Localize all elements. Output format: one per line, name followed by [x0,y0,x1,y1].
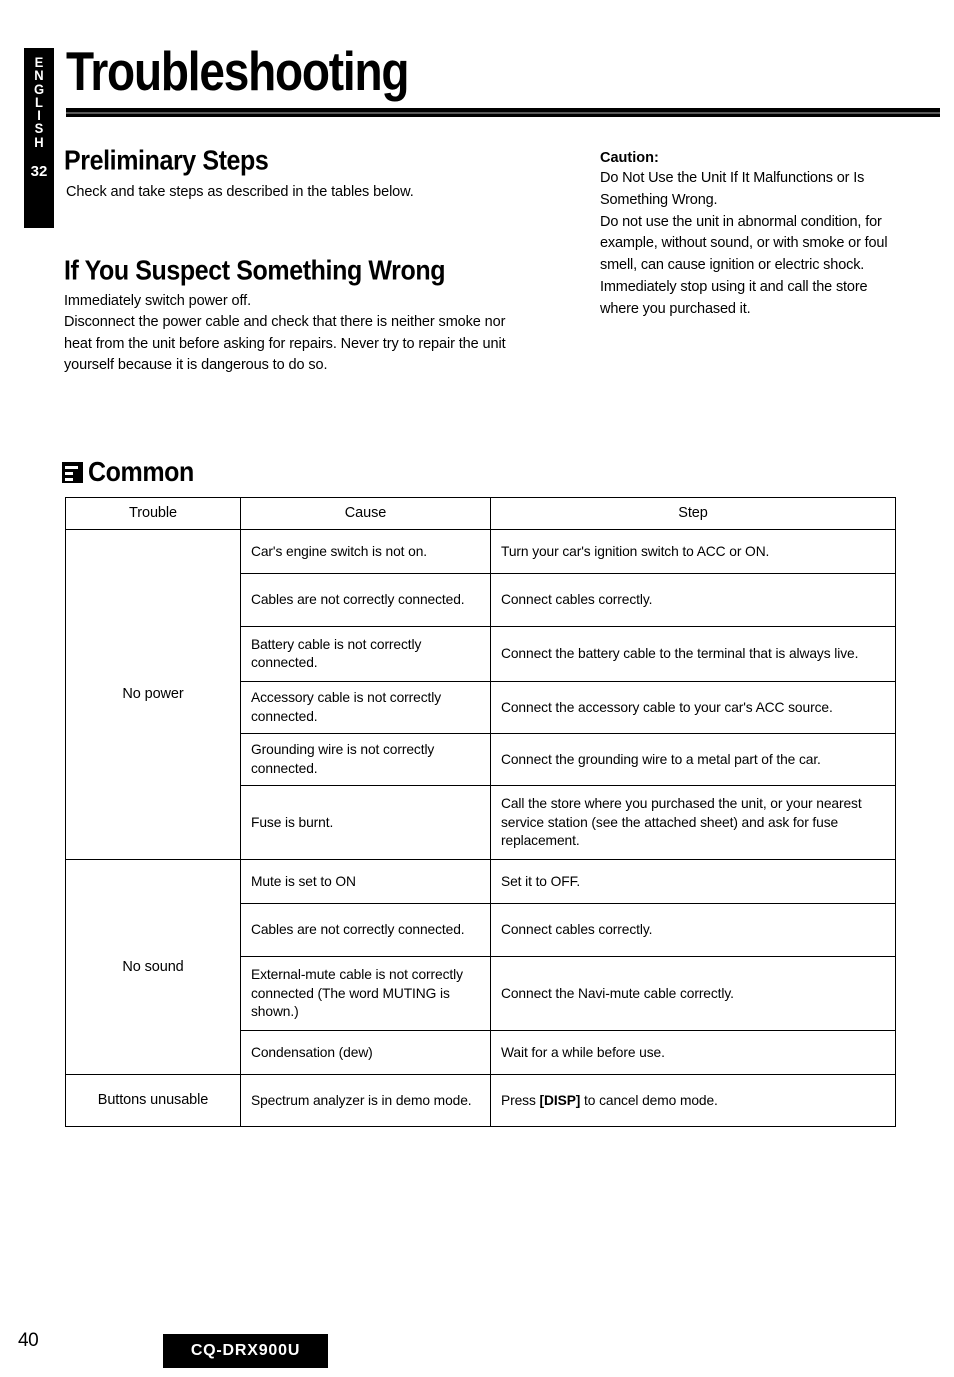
cell-trouble: No sound [65,859,241,1076]
cell-step: Press [DISP] to cancel demo mode. [490,1074,896,1128]
table-body: No power Car's engine switch is not on. Tu… [65,529,896,1128]
cell-step: Wait for a while before use. [490,1030,896,1076]
common-section-title: Common [88,456,194,488]
preliminary-steps-text: Check and take steps as described in the… [66,184,414,200]
caution-line-1: Do Not Use the Unit If It Malfunctions o… [600,170,865,208]
table-header-row: Trouble Cause Step [65,496,896,531]
table-row: No power Car's engine switch is not on. Tu… [65,529,896,861]
caution-block: Caution: Do Not Use the Unit If It Malfu… [600,150,910,320]
cell-cause: Spectrum analyzer is in demo mode. [240,1074,491,1128]
cell-step: Connect the grounding wire to a metal pa… [490,733,896,787]
cell-cause: Cables are not correctly connected. [240,573,491,628]
troubleshooting-table: Trouble Cause Step No power Car's engine … [65,496,896,1128]
preliminary-steps-heading: Preliminary Steps [64,144,269,177]
cell-cause: External-mute cable is not correctly con… [240,956,491,1032]
caution-line-2: Do not use the unit in abnormal conditio… [600,213,888,317]
suspect-heading: If You Suspect Something Wrong [64,254,446,287]
column-header-trouble: Trouble [65,496,241,531]
table-row: No sound Mute is set to ON Set it to OFF. [65,859,896,1076]
cell-cause: Cables are not correctly connected. [240,903,491,958]
cell-trouble: Buttons unusable [65,1074,241,1128]
language-letter: H [34,134,44,150]
language-tab: E N G L I S H 32 [24,48,54,228]
book-square-icon [62,462,83,483]
footer-page-number: 40 [18,1330,39,1351]
title-rule [66,108,940,117]
column-header-cause: Cause [240,496,491,531]
common-section-heading: Common [62,456,194,488]
cell-cause: Condensation (dew) [240,1030,491,1076]
suspect-text-line-1: Immediately switch power off. [64,293,252,309]
cell-cause: Car's engine switch is not on. [240,529,491,575]
cell-cause: Accessory cable is not correctly connect… [240,681,491,735]
cell-step: Turn your car's ignition switch to ACC o… [490,529,896,575]
cell-step: Call the store where you purchased the u… [490,785,896,861]
cell-step: Connect the battery cable to the termina… [490,626,896,683]
suspect-text-line-2: Disconnect the power cable and check tha… [64,314,506,374]
cell-trouble: No power [65,529,241,861]
cell-step: Connect the Navi-mute cable correctly. [490,956,896,1032]
cell-step: Connect cables correctly. [490,903,896,958]
cell-cause: Mute is set to ON [240,859,491,905]
key-label: [DISP] [539,1092,581,1108]
language-tab-letters: E N G L I S H [34,55,44,150]
cell-cause: Grounding wire is not correctly connecte… [240,733,491,787]
table-row: Buttons unusable Spectrum analyzer is in … [65,1074,896,1128]
cell-step: Connect cables correctly. [490,573,896,628]
suspect-text-block: Immediately switch power off. Disconnect… [64,291,524,377]
cell-step: Set it to OFF. [490,859,896,905]
caution-title: Caution: [600,150,659,166]
cell-cause: Battery cable is not correctly connected… [240,626,491,683]
language-tab-page-number: 32 [30,162,48,180]
cell-cause: Fuse is burnt. [240,785,491,861]
column-header-step: Step [490,496,896,531]
page-title: Troubleshooting [66,40,409,102]
model-badge: CQ-DRX900U [163,1334,328,1368]
cell-step: Connect the accessory cable to your car'… [490,681,896,735]
